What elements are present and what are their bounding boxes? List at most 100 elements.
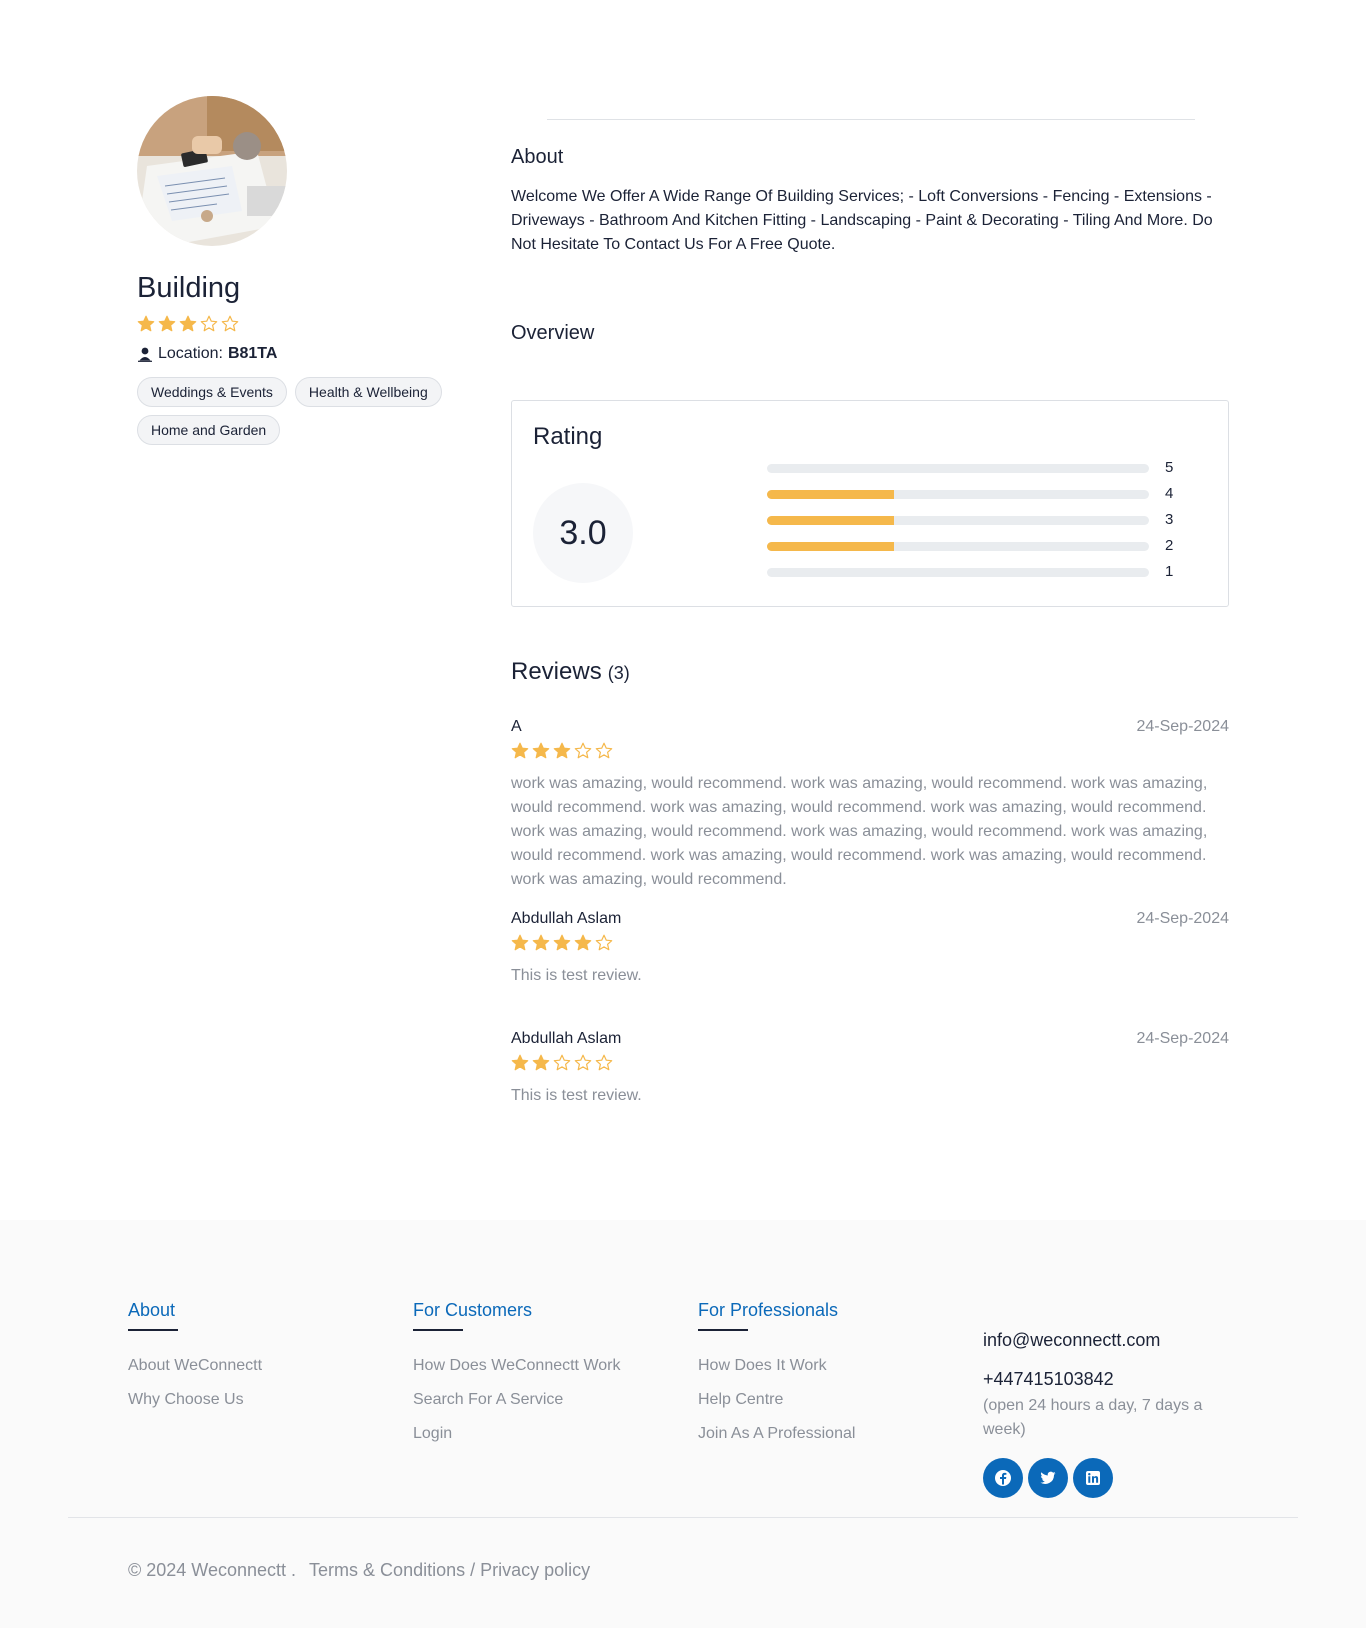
rating-bar-row: 5: [767, 456, 1187, 482]
review-date: 24-Sep-2024: [1136, 718, 1229, 735]
star-filled-icon: [511, 742, 529, 759]
rating-bar-track: [767, 464, 1149, 473]
rating-bar-row: 2: [767, 534, 1187, 560]
footer-link[interactable]: Search For A Service: [413, 1391, 620, 1425]
profile-panel: Building Location: B81TA Weddings & Even…: [137, 96, 477, 445]
review-item: A 24-Sep-2024 work was amazing, would re…: [511, 718, 1229, 892]
star-filled-icon: [532, 934, 550, 951]
star-filled-icon: [532, 742, 550, 759]
review-item: Abdullah Aslam 24-Sep-2024 This is test …: [511, 910, 1229, 988]
footer-link[interactable]: Help Centre: [698, 1391, 855, 1425]
rating-bar-fill: [767, 516, 895, 525]
site-footer: About About WeConnectt Why Choose Us For…: [0, 1220, 1366, 1628]
divider: [547, 119, 1195, 120]
footer-customers-heading: For Customers: [413, 1300, 533, 1320]
star-empty-icon: [221, 315, 239, 332]
review-rating-stars: [511, 934, 1229, 952]
rating-bar-label: 5: [1165, 459, 1174, 476]
reviewer-name: A: [511, 718, 522, 735]
rating-bar-label: 3: [1165, 511, 1174, 528]
footer-link[interactable]: How Does It Work: [698, 1357, 855, 1391]
rating-card: Rating 3.0 5 4 3 2 1: [511, 400, 1229, 607]
heading-underline: [698, 1329, 748, 1331]
rating-bar-row: 4: [767, 482, 1187, 508]
average-score: 3.0: [533, 483, 633, 583]
contact-email[interactable]: info@weconnectt.com: [983, 1330, 1223, 1351]
footer-link[interactable]: How Does WeConnectt Work: [413, 1357, 620, 1391]
reviewer-name: Abdullah Aslam: [511, 1030, 622, 1047]
star-filled-icon: [158, 315, 176, 332]
rating-title: Rating: [533, 423, 603, 450]
star-empty-icon: [574, 1054, 592, 1071]
rating-bar-fill: [767, 490, 895, 499]
category-tags: Weddings & Events Health & Wellbeing Hom…: [137, 377, 457, 445]
user-location-icon: [137, 346, 153, 362]
star-empty-icon: [595, 742, 613, 759]
rating-bar-track: [767, 542, 1149, 551]
overview-heading: Overview: [511, 322, 595, 344]
profile-avatar: [137, 96, 287, 246]
review-rating-stars: [511, 1054, 1229, 1072]
facebook-icon[interactable]: [983, 1458, 1023, 1498]
legal-links[interactable]: Terms & Conditions / Privacy policy: [309, 1560, 590, 1580]
review-text: work was amazing, would recommend. work …: [511, 775, 1208, 888]
star-filled-icon: [137, 315, 155, 332]
star-empty-icon: [595, 1054, 613, 1071]
category-tag[interactable]: Health & Wellbeing: [294, 377, 442, 407]
rating-bar-label: 1: [1165, 563, 1174, 580]
review-date: 24-Sep-2024: [1136, 1030, 1229, 1047]
avatar-photo: [137, 96, 287, 246]
star-empty-icon: [200, 315, 218, 332]
footer-link[interactable]: Join As A Professional: [698, 1425, 855, 1459]
contact-hours: (open 24 hours a day, 7 days a week): [983, 1397, 1203, 1438]
footer-link[interactable]: About WeConnectt: [128, 1357, 262, 1391]
star-filled-icon: [574, 934, 592, 951]
rating-bar-label: 4: [1165, 485, 1174, 502]
location-label: Location:: [158, 345, 223, 362]
category-tag[interactable]: Home and Garden: [137, 415, 281, 445]
copyright-text: © 2024 Weconnectt .: [128, 1560, 297, 1580]
reviews-count: (3): [607, 663, 630, 683]
rating-bar-track: [767, 490, 1149, 499]
contact-phone[interactable]: +447415103842: [983, 1369, 1223, 1390]
twitter-icon[interactable]: [1028, 1458, 1068, 1498]
star-filled-icon: [553, 934, 571, 951]
rating-bar-track: [767, 568, 1149, 577]
heading-underline: [128, 1329, 178, 1331]
copyright-bar: © 2024 Weconnectt . Terms & Conditions /…: [128, 1560, 590, 1581]
review-text: This is test review.: [511, 1087, 642, 1104]
footer-professionals-heading: For Professionals: [698, 1300, 839, 1320]
star-filled-icon: [553, 742, 571, 759]
linkedin-icon[interactable]: [1073, 1458, 1113, 1498]
review-date: 24-Sep-2024: [1136, 910, 1229, 927]
star-filled-icon: [179, 315, 197, 332]
review-item: Abdullah Aslam 24-Sep-2024 This is test …: [511, 1030, 1229, 1108]
rating-breakdown: 5 4 3 2 1: [767, 456, 1187, 586]
profile-rating-stars: [137, 315, 477, 333]
rating-bar-label: 2: [1165, 537, 1174, 554]
footer-contact: info@weconnectt.com +447415103842 (open …: [983, 1330, 1223, 1498]
social-links: [983, 1458, 1223, 1498]
heading-underline: [413, 1329, 463, 1331]
star-empty-icon: [595, 934, 613, 951]
star-filled-icon: [511, 934, 529, 951]
business-name: Building: [137, 272, 241, 304]
star-empty-icon: [553, 1054, 571, 1071]
reviews-title: Reviews: [511, 658, 602, 685]
footer-about-heading: About: [128, 1300, 176, 1320]
footer-link[interactable]: Why Choose Us: [128, 1391, 262, 1425]
rating-bar-fill: [767, 542, 895, 551]
category-tag[interactable]: Weddings & Events: [137, 377, 287, 407]
review-rating-stars: [511, 742, 1229, 760]
footer-about-column: About About WeConnectt Why Choose Us: [128, 1300, 262, 1425]
location-row: Location: B81TA: [137, 345, 477, 363]
about-text: Welcome We Offer A Wide Range Of Buildin…: [511, 188, 1213, 253]
footer-customers-column: For Customers How Does WeConnectt Work S…: [413, 1300, 620, 1459]
footer-link[interactable]: Login: [413, 1425, 620, 1459]
location-value: B81TA: [227, 345, 278, 362]
rating-bar-track: [767, 516, 1149, 525]
star-filled-icon: [511, 1054, 529, 1071]
rating-bar-row: 3: [767, 508, 1187, 534]
reviews-heading: Reviews (3): [511, 658, 630, 686]
reviewer-name: Abdullah Aslam: [511, 910, 622, 927]
